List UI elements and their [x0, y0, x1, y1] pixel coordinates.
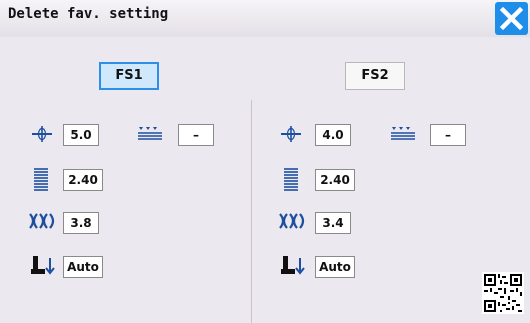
stitch-width-icon	[281, 126, 301, 142]
stitch-width-value[interactable]: 5.0	[63, 124, 99, 146]
tab-fs1[interactable]: FS1	[99, 62, 159, 90]
close-icon	[499, 6, 524, 31]
feed-dog-icon	[391, 127, 415, 140]
stitch-length-value[interactable]: 2.40	[315, 169, 355, 191]
presser-foot-pressure-icon	[31, 256, 55, 275]
thread-tension-icon	[29, 213, 55, 229]
qr-code-icon	[482, 272, 524, 314]
thread-tension-value[interactable]: 3.8	[63, 212, 99, 234]
feed-dog-value[interactable]: –	[430, 124, 466, 146]
close-button[interactable]	[495, 2, 528, 35]
stitch-length-icon	[34, 168, 48, 191]
thread-tension-value[interactable]: 3.4	[315, 212, 351, 234]
stitch-length-value[interactable]: 2.40	[63, 169, 103, 191]
tab-fs2[interactable]: FS2	[345, 62, 405, 90]
thread-tension-icon	[279, 213, 305, 229]
stitch-width-value[interactable]: 4.0	[315, 124, 351, 146]
presser-foot-pressure-value[interactable]: Auto	[315, 256, 355, 278]
title-bar: Delete fav. setting	[0, 0, 530, 37]
presser-foot-pressure-icon	[281, 256, 305, 275]
feed-dog-value[interactable]: –	[178, 124, 214, 146]
stitch-width-icon	[32, 126, 52, 142]
feed-dog-icon	[138, 127, 162, 140]
stitch-length-icon	[284, 168, 298, 191]
panel-divider	[251, 100, 252, 323]
window-title: Delete fav. setting	[8, 6, 169, 22]
presser-foot-pressure-value[interactable]: Auto	[63, 256, 103, 278]
qr-code[interactable]	[482, 272, 524, 314]
